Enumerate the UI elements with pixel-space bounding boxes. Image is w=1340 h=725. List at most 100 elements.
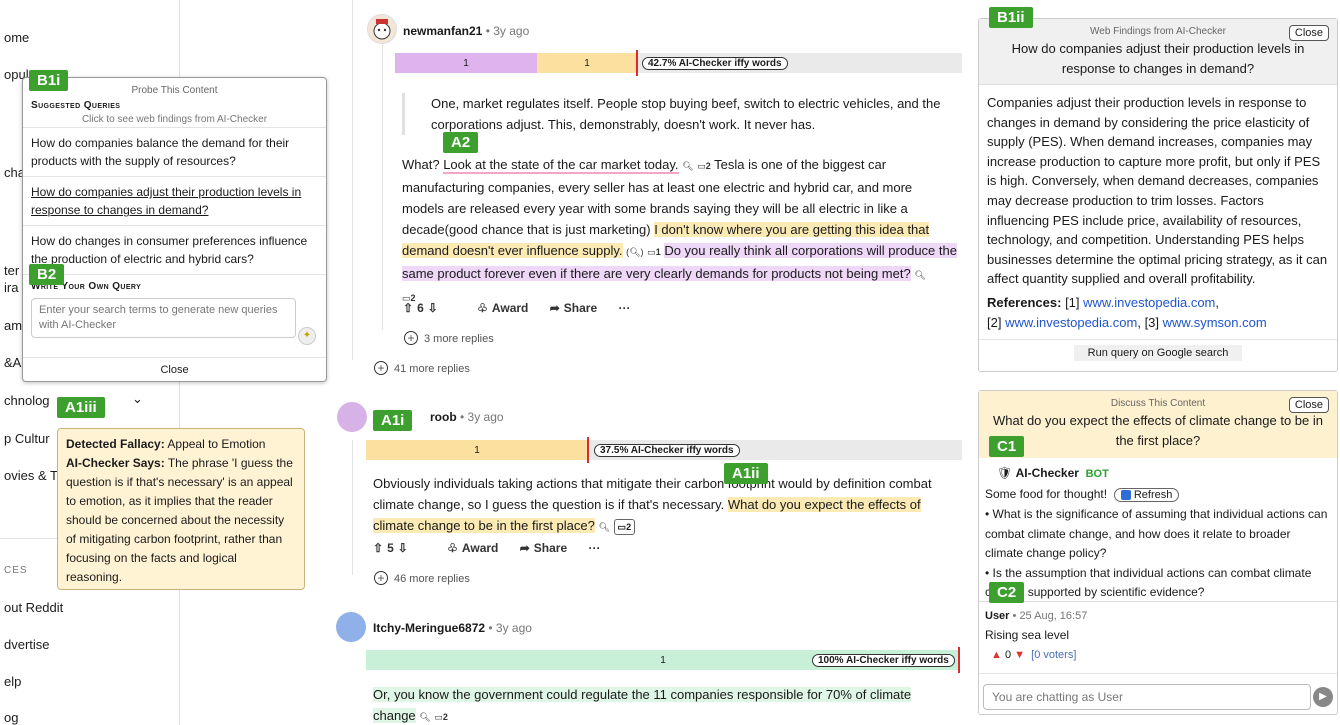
discuss-close-button[interactable]: Close: [1288, 397, 1329, 413]
sidebar-item-technology-label: chnolog: [4, 393, 50, 408]
suggested-query-1[interactable]: How do companies balance the demand for …: [23, 127, 326, 176]
iffy-segment[interactable]: 1: [395, 53, 537, 73]
chat-time: • 25 Aug, 16:57: [1012, 610, 1088, 622]
iffy-percentage-badge: 37.5% AI-Checker iffy words: [594, 444, 740, 457]
plus-icon: +: [374, 361, 388, 375]
reference-link-3[interactable]: www.symson.com: [1163, 315, 1267, 330]
comment-author[interactable]: roob • 3y ago: [430, 410, 504, 424]
comment-body: What? Look at the state of the car marke…: [402, 154, 957, 309]
iffy-segment[interactable]: 1: [366, 440, 588, 460]
sidebar-item-6[interactable]: &A: [4, 355, 21, 370]
query-input[interactable]: Enter your search terms to generate new …: [31, 298, 296, 338]
message-votes: ▲ 0 ▼ [0 voters]: [991, 649, 1076, 661]
highlighted-claim[interactable]: Look at the state of the car market toda…: [443, 157, 679, 174]
comment-body: Obviously individuals taking actions tha…: [373, 473, 953, 538]
bot-badge: BOT: [1085, 468, 1109, 480]
sidebar-item-movies[interactable]: ovies & T: [4, 468, 58, 483]
sidebar-item-4[interactable]: ira: [4, 280, 18, 295]
divider: [979, 339, 1337, 340]
run-google-search-button[interactable]: Run query on Google search: [979, 345, 1337, 361]
more-replies-link[interactable]: +41 more replies: [374, 361, 470, 375]
sidebar-item-5[interactable]: am: [4, 318, 22, 333]
downvote-icon[interactable]: ⇩: [428, 301, 438, 315]
award-button[interactable]: ♧ Award: [447, 541, 498, 555]
tag-label: A1ii: [724, 463, 768, 484]
fallacy-tooltip: Detected Fallacy: Appeal to Emotion AI-C…: [57, 428, 305, 590]
upvote-icon[interactable]: ▲: [991, 649, 1002, 661]
divider: [979, 673, 1337, 674]
upvote-icon[interactable]: ⇧: [373, 541, 383, 555]
sidebar-item-blog[interactable]: og: [4, 710, 18, 725]
sidebar-item-pop-culture[interactable]: p Cultur: [4, 431, 50, 446]
share-button[interactable]: ➦ Share: [550, 301, 597, 315]
iffy-percentage-badge: 100% AI-Checker iffy words: [812, 654, 955, 667]
web-findings-answer: Companies adjust their production levels…: [987, 95, 1328, 287]
more-replies-link[interactable]: +46 more replies: [374, 571, 470, 585]
comment-author[interactable]: newmanfan21 • 3y ago: [403, 24, 529, 38]
sidebar-item-home[interactable]: ome: [4, 30, 29, 45]
voters-count[interactable]: [0 voters]: [1031, 649, 1076, 661]
award-icon: ♧: [447, 541, 458, 555]
username[interactable]: roob: [430, 410, 457, 424]
chat-username: User: [985, 610, 1010, 622]
magnifier-icon[interactable]: 🔍︎: [682, 161, 693, 171]
username[interactable]: newmanfan21: [403, 24, 482, 38]
discuss-panel: Discuss This Content Close What do you e…: [978, 390, 1338, 715]
comment-count-icon[interactable]: ▭2: [697, 161, 711, 171]
award-icon: ♧: [477, 301, 488, 315]
upvote-icon[interactable]: ⇧: [403, 301, 413, 315]
downvote-icon[interactable]: ⇩: [398, 541, 408, 555]
fallacy-value: Appeal to Emotion: [167, 437, 266, 451]
sidebar-item-technology[interactable]: chnolog ⌄: [4, 391, 143, 408]
comment-time: • 3y ago: [488, 621, 532, 635]
sidebar-item-advertise[interactable]: dvertise: [4, 637, 50, 652]
comment-count-icon[interactable]: ▭2: [613, 519, 636, 535]
probe-popup: Probe This Content Suggested Queries Cli…: [22, 77, 327, 382]
iffy-marker: [636, 50, 638, 76]
reference-link-2[interactable]: www.investopedia.com: [1005, 315, 1137, 330]
sidebar-item-3[interactable]: ter: [4, 263, 19, 278]
username[interactable]: Itchy-Meringue6872: [373, 621, 485, 635]
downvote-icon[interactable]: ▼: [1014, 649, 1025, 661]
reference-link-1[interactable]: www.investopedia.com: [1083, 295, 1215, 310]
award-button[interactable]: ♧ Award: [477, 301, 528, 315]
more-options-button[interactable]: ···: [619, 301, 631, 315]
share-icon: ➦: [519, 541, 530, 555]
magnifier-icon[interactable]: 🔍︎: [914, 270, 925, 280]
chat-input[interactable]: You are chatting as User: [983, 684, 1311, 710]
plus-icon: +: [404, 331, 418, 345]
avatar[interactable]: [337, 402, 367, 432]
magnifier-icon[interactable]: 🔍︎: [419, 712, 430, 722]
iffy-segment[interactable]: 1: [537, 53, 637, 73]
avatar[interactable]: [367, 14, 397, 44]
suggested-query-2[interactable]: How do companies adjust their production…: [23, 176, 326, 225]
share-button[interactable]: ➦ Share: [520, 541, 567, 555]
web-findings-close-button[interactable]: Close: [1288, 25, 1329, 41]
thread-line: [382, 45, 383, 330]
magnifier-icon[interactable]: (🔍︎): [626, 247, 643, 257]
sparkle-send-icon[interactable]: ✦: [298, 327, 316, 345]
web-findings-panel: Web Findings from AI-Checker Close How d…: [978, 18, 1338, 372]
sidebar-item-about[interactable]: out Reddit: [4, 600, 63, 615]
avatar[interactable]: [336, 612, 366, 642]
comment-author[interactable]: Itchy-Meringue6872 • 3y ago: [373, 621, 532, 635]
magnifier-icon[interactable]: 🔍︎: [598, 522, 609, 532]
refresh-button[interactable]: Refresh: [1113, 487, 1180, 502]
comment-count-icon[interactable]: ▭1: [647, 247, 661, 257]
comment-count-icon[interactable]: ▭2: [434, 712, 448, 722]
more-options-button[interactable]: ···: [589, 541, 601, 555]
iffy-percentage-badge: 42.7% AI-Checker iffy words: [642, 57, 788, 70]
tag-label: B1i: [29, 70, 69, 91]
bot-intro: Some food for thought!: [985, 486, 1108, 501]
refresh-icon: [1120, 489, 1131, 500]
probe-close-button[interactable]: Close: [23, 357, 326, 381]
more-replies-link[interactable]: +3 more replies: [404, 331, 494, 345]
highlighted-text[interactable]: Or, you know the government could regula…: [373, 687, 912, 723]
suggested-queries-subtitle: Click to see web findings from AI-Checke…: [81, 114, 268, 125]
text-span: What?: [402, 157, 444, 172]
suggested-query-3[interactable]: How do changes in consumer preferences i…: [23, 225, 326, 274]
sidebar-item-help[interactable]: elp: [4, 674, 21, 689]
tag-label: C1: [989, 436, 1025, 457]
send-icon[interactable]: ▶: [1313, 687, 1333, 707]
bot-bullet-1: • What is the significance of assuming t…: [985, 507, 1328, 560]
